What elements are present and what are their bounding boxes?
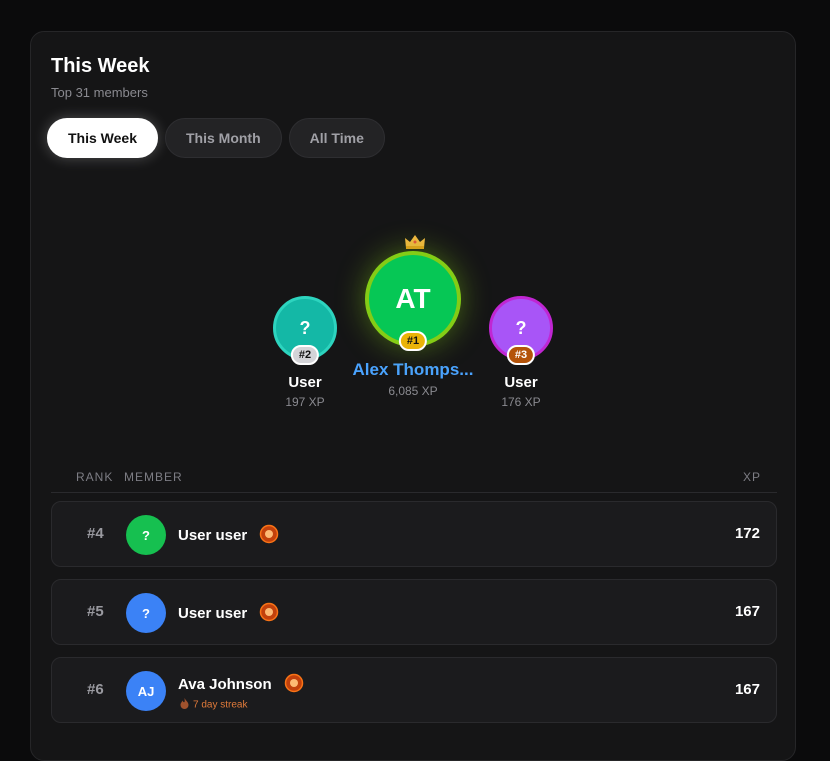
row-name-wrap: User user	[178, 524, 279, 548]
table-row[interactable]: #5 ? User user 167	[51, 579, 777, 645]
row-name-wrap: User user	[178, 602, 279, 626]
streak-text: 7 day streak	[193, 699, 248, 711]
period-tabs: This Week This Month All Time	[47, 118, 385, 158]
leaderboard-card: This Week Top 31 members This Week This …	[30, 31, 796, 761]
row-xp: 167	[734, 603, 760, 620]
table-row[interactable]: #4 ? User user 172	[51, 501, 777, 567]
column-rank: RANK	[76, 470, 114, 484]
column-xp: XP	[742, 470, 761, 484]
tab-this-week[interactable]: This Week	[47, 118, 158, 158]
tab-all-time[interactable]: All Time	[288, 118, 385, 158]
avatar-initials: ?	[515, 317, 527, 338]
podium-first[interactable]: AT #1 Alex Thomps... 6,085 XP	[333, 235, 493, 398]
page-subtitle: Top 31 members	[51, 85, 148, 100]
avatar: ?	[126, 593, 166, 633]
row-name: User user	[178, 604, 248, 622]
avatar: ? #2	[273, 296, 337, 365]
tab-this-month[interactable]: This Month	[165, 118, 282, 158]
crown-icon	[404, 234, 426, 250]
row-rank: #4	[87, 525, 104, 542]
rank-badge: #1	[398, 331, 428, 351]
podium-xp: 176 XP	[501, 395, 541, 409]
table-row[interactable]: #6 AJ Ava Johnson 7 day streak 167	[51, 657, 777, 723]
avatar-initials: ?	[142, 605, 150, 621]
avatar-initials: ?	[142, 527, 150, 543]
column-member: MEMBER	[124, 470, 183, 484]
avatar-initials: ?	[299, 317, 311, 338]
row-xp: 172	[734, 525, 760, 542]
row-name: User user	[178, 526, 248, 544]
avatar-initials: AT	[395, 283, 431, 314]
rank-badge: #3	[506, 345, 536, 365]
medal-icon	[259, 602, 279, 626]
avatar: ?	[126, 515, 166, 555]
avatar: AJ	[126, 671, 166, 711]
row-xp: 167	[734, 681, 760, 698]
page-title: This Week	[51, 55, 150, 77]
podium-xp: 6,085 XP	[388, 384, 438, 398]
row-rank: #5	[87, 603, 104, 620]
table-header: RANK MEMBER XP	[51, 464, 777, 493]
medal-icon	[259, 524, 279, 548]
row-name-wrap: Ava Johnson	[178, 673, 304, 697]
podium-name: Alex Thomps...	[352, 360, 474, 379]
streak-label: 7 day streak	[180, 698, 247, 712]
row-rank: #6	[87, 681, 104, 698]
avatar: ? #3	[489, 296, 553, 365]
fire-icon	[180, 698, 189, 712]
avatar-initials: AJ	[137, 683, 155, 699]
row-name: Ava Johnson	[178, 675, 272, 693]
podium-name: User	[504, 374, 538, 391]
medal-icon	[284, 673, 304, 697]
avatar: AT #1	[365, 251, 461, 351]
rank-badge: #2	[290, 345, 320, 365]
podium-third[interactable]: ? #3 User 176 XP	[471, 296, 571, 409]
